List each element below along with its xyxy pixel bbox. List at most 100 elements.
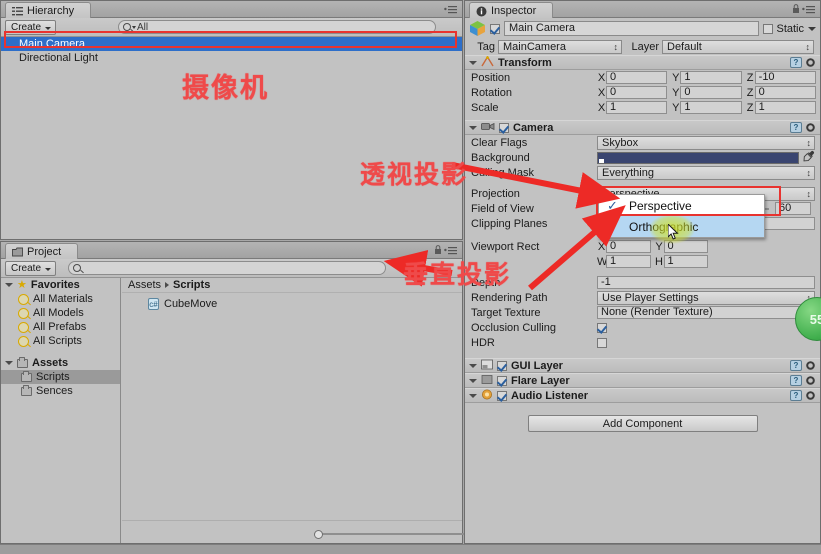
tag-value: MainCamera <box>503 41 566 53</box>
triangle-down-icon[interactable] <box>5 361 13 365</box>
position-y-field[interactable]: 1 <box>680 71 742 84</box>
project-create-button[interactable]: Create <box>5 260 57 276</box>
project-search-input[interactable] <box>68 261 387 275</box>
project-pane-divider <box>122 520 462 521</box>
axis-w-label: W <box>597 255 608 268</box>
occlusion-checkbox[interactable] <box>597 322 607 333</box>
tab-inspector[interactable]: Inspector <box>469 2 554 18</box>
camera-clear-flags-row: Clear Flags Skybox <box>465 135 820 150</box>
component-title: Audio Listener <box>511 389 589 402</box>
depth-field[interactable]: -1 <box>597 276 815 289</box>
gear-icon[interactable] <box>805 122 816 133</box>
project-favorite-all-models[interactable]: All Models <box>1 306 120 320</box>
hierarchy-panel-menu-icon[interactable] <box>444 5 458 17</box>
tag-dropdown[interactable]: MainCamera <box>498 40 622 54</box>
component-header-flare-layer[interactable]: Flare Layer ? <box>465 373 820 388</box>
static-checkbox[interactable] <box>763 23 774 34</box>
help-icon[interactable]: ? <box>790 57 802 68</box>
add-component-button[interactable]: Add Component <box>527 415 758 432</box>
project-folder-sences[interactable]: Sences <box>1 384 120 398</box>
breadcrumb-scripts[interactable]: Scripts <box>173 279 210 291</box>
help-icon[interactable]: ? <box>790 122 802 133</box>
viewport-h-field[interactable]: 1 <box>663 255 708 268</box>
gui-layer-enabled-checkbox[interactable] <box>497 360 507 371</box>
project-zoom-slider-knob[interactable] <box>314 530 323 539</box>
viewport-w-field[interactable]: 1 <box>606 255 651 268</box>
component-title: Camera <box>513 121 554 134</box>
position-z-field[interactable]: -10 <box>754 71 816 84</box>
project-favorites-group[interactable]: ★ Favorites <box>1 278 120 292</box>
component-header-audio-listener[interactable]: Audio Listener ? <box>465 388 820 403</box>
breadcrumb-assets[interactable]: Assets <box>128 279 161 291</box>
culling-mask-dropdown[interactable]: Everything <box>597 165 815 180</box>
search-icon <box>18 293 29 305</box>
rotation-y-field[interactable]: 0 <box>680 86 742 99</box>
help-icon[interactable]: ? <box>790 390 802 401</box>
background-label: Background <box>471 151 530 164</box>
target-texture-field[interactable]: None (Render Texture) <box>597 306 815 319</box>
tab-hierarchy[interactable]: Hierarchy <box>5 2 92 18</box>
gear-icon[interactable] <box>805 57 816 68</box>
search-icon <box>18 321 29 333</box>
inspector-body: Main Camera Static Tag MainCamera Layer … <box>465 18 820 543</box>
position-x-field[interactable]: 0 <box>606 71 668 84</box>
project-assets-label: Assets <box>32 357 69 369</box>
project-favorite-all-scripts[interactable]: All Scripts <box>1 334 120 348</box>
audio-listener-enabled-checkbox[interactable] <box>497 390 507 401</box>
clear-flags-dropdown[interactable]: Skybox <box>597 135 815 150</box>
gear-icon[interactable] <box>805 360 816 371</box>
mouse-cursor <box>667 222 679 240</box>
eyedropper-icon[interactable] <box>803 150 815 165</box>
project-favorite-label: All Scripts <box>33 335 82 347</box>
static-dropdown-icon[interactable] <box>808 26 816 31</box>
hierarchy-item-directional-light[interactable]: Directional Light <box>1 51 462 65</box>
camera-occlusion-row: Occlusion Culling <box>465 320 820 335</box>
gear-icon[interactable] <box>805 390 816 401</box>
flare-layer-enabled-checkbox[interactable] <box>497 375 507 386</box>
help-icon[interactable]: ? <box>790 375 802 386</box>
component-header-transform[interactable]: Transform ? <box>465 55 820 70</box>
tab-project[interactable]: Project <box>5 243 79 259</box>
project-favorite-all-materials[interactable]: All Materials <box>1 292 120 306</box>
component-header-camera[interactable]: Camera ? <box>465 120 820 135</box>
static-toggle[interactable]: Static <box>763 23 804 35</box>
triangle-down-icon[interactable] <box>469 378 477 383</box>
help-icon[interactable]: ? <box>790 360 802 371</box>
inspector-panel-menu-icon[interactable] <box>802 5 816 17</box>
project-folder-scripts[interactable]: Scripts <box>1 370 120 384</box>
project-zoom-slider-track[interactable] <box>318 533 464 535</box>
project-assets-root[interactable]: Assets <box>1 356 120 370</box>
object-name-field[interactable]: Main Camera <box>504 21 760 36</box>
triangle-down-icon[interactable] <box>5 283 13 287</box>
axis-z-label: Z <box>746 86 754 99</box>
gear-icon[interactable] <box>805 375 816 386</box>
project-folder-label: Sences <box>36 385 73 397</box>
project-toolbar: Create <box>1 259 462 278</box>
triangle-down-icon[interactable] <box>469 60 477 65</box>
inspector-panel: Inspector Main Camera Static Tag MainCam… <box>464 0 821 544</box>
rotation-x-field[interactable]: 0 <box>606 86 668 99</box>
rendering-path-dropdown[interactable]: Use Player Settings <box>597 290 815 305</box>
viewport-x-field[interactable]: 0 <box>606 240 651 253</box>
scale-z-field[interactable]: 1 <box>754 101 816 114</box>
component-header-gui-layer[interactable]: GUI Layer ? <box>465 358 820 373</box>
layer-dropdown[interactable]: Default <box>662 40 814 54</box>
scale-x-field[interactable]: 1 <box>606 101 668 114</box>
camera-enabled-checkbox[interactable] <box>499 122 509 133</box>
triangle-down-icon[interactable] <box>469 363 477 368</box>
triangle-down-icon[interactable] <box>469 125 477 130</box>
lock-icon[interactable] <box>792 4 800 17</box>
tag-label: Tag <box>477 41 495 53</box>
rotation-z-field[interactable]: 0 <box>754 86 816 99</box>
object-active-checkbox[interactable] <box>490 23 500 34</box>
target-texture-value: None (Render Texture) <box>601 306 713 318</box>
background-color-swatch[interactable] <box>597 151 799 164</box>
project-file-cubemove[interactable]: c# CubeMove <box>122 297 462 311</box>
scale-x-value: 1 <box>610 101 617 113</box>
scale-y-field[interactable]: 1 <box>680 101 742 114</box>
triangle-down-icon[interactable] <box>469 393 477 398</box>
rendering-path-value: Use Player Settings <box>602 291 699 304</box>
project-favorite-all-prefabs[interactable]: All Prefabs <box>1 320 120 334</box>
unity-editor-window: Hierarchy Create All Main Camera Directi… <box>0 0 821 554</box>
hdr-checkbox[interactable] <box>597 337 607 348</box>
